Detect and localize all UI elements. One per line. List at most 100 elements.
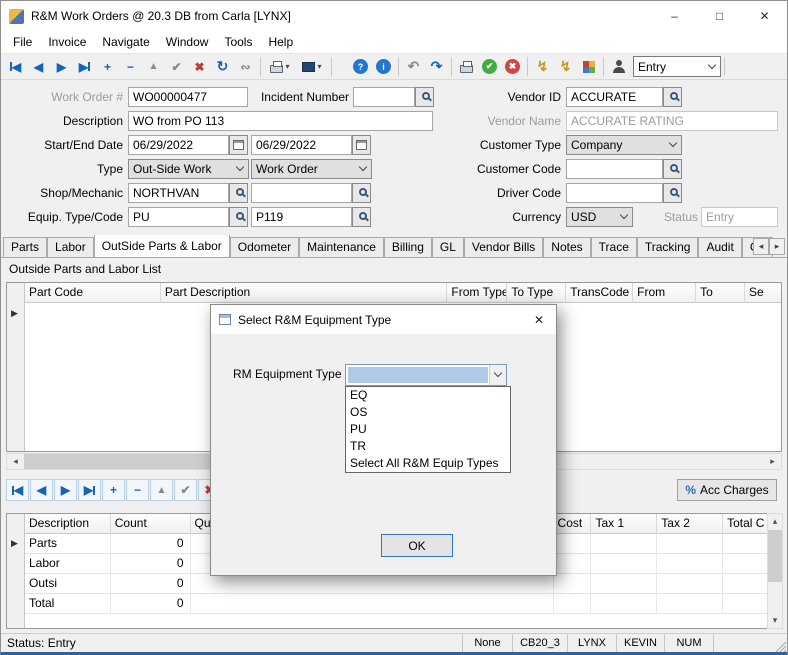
menu-file[interactable]: File [5, 32, 40, 52]
tab-audit[interactable]: Audit [698, 237, 741, 257]
end-date-picker-button[interactable] [352, 135, 371, 155]
back-button[interactable]: ↶ [402, 55, 425, 78]
resize-grip[interactable] [774, 640, 786, 652]
table-row[interactable]: Total 0 [25, 594, 767, 614]
scroll-right-button[interactable]: ▸ [764, 454, 781, 469]
driver-code-field[interactable] [566, 183, 663, 203]
equipment-type-option[interactable]: PU [346, 421, 510, 438]
ok-button[interactable]: OK [381, 534, 453, 557]
tab-parts[interactable]: Parts [3, 237, 47, 257]
column-header-count[interactable]: Count [111, 514, 191, 534]
approve-button[interactable]: ✔ [478, 55, 501, 78]
grid-edit-button[interactable]: ▲ [150, 479, 173, 501]
scroll-down-button[interactable]: ▾ [768, 613, 782, 628]
incident-lookup-button[interactable] [415, 87, 434, 107]
help-button[interactable]: ? [349, 55, 372, 78]
next-record-button[interactable]: ▶ [50, 55, 73, 78]
edit-record-button[interactable]: ▲ [142, 55, 165, 78]
print-button[interactable]: ▾ [264, 55, 296, 78]
start-date-field[interactable]: 06/29/2022 [128, 135, 229, 155]
tab-vendor-bills[interactable]: Vendor Bills [464, 237, 543, 257]
tab-tracking[interactable]: Tracking [637, 237, 699, 257]
table-row[interactable]: Outsi 0 [25, 574, 767, 594]
menu-navigate[interactable]: Navigate [94, 32, 157, 52]
user-button[interactable] [607, 55, 630, 78]
currency-combobox[interactable]: USD [566, 207, 633, 227]
minimize-button[interactable]: – [652, 1, 697, 31]
equipment-type-option[interactable]: TR [346, 438, 510, 455]
print-invoice-button[interactable] [455, 55, 478, 78]
equipment-type-option[interactable]: OS [346, 404, 510, 421]
refresh-button[interactable]: ↻ [211, 55, 234, 78]
column-header-to-type[interactable]: To Type [507, 283, 566, 303]
scroll-left-button[interactable]: ◂ [7, 454, 24, 469]
order-type-combobox[interactable]: Work Order [251, 159, 372, 179]
tab-outside-parts-labor[interactable]: OutSide Parts & Labor [94, 235, 230, 257]
shop-field[interactable]: NORTHVAN [128, 183, 229, 203]
tab-scroll-left-button[interactable]: ◂ [753, 238, 769, 255]
column-header-total[interactable]: Total C [723, 514, 767, 534]
incident-number-field[interactable] [353, 87, 415, 107]
end-date-field[interactable]: 06/29/2022 [251, 135, 352, 155]
equip-code-lookup-button[interactable] [352, 207, 371, 227]
reports-button[interactable] [577, 55, 600, 78]
equip-type-lookup-button[interactable] [229, 207, 248, 227]
customer-type-combobox[interactable]: Company [566, 135, 682, 155]
description-field[interactable]: WO from PO 113 [128, 111, 433, 131]
delete-record-button[interactable]: − [119, 55, 142, 78]
column-header-tax1[interactable]: Tax 1 [591, 514, 657, 534]
vendor-id-field[interactable]: ACCURATE [566, 87, 663, 107]
grid-delete-button[interactable]: − [126, 479, 149, 501]
tab-notes[interactable]: Notes [543, 237, 590, 257]
menu-tools[interactable]: Tools [216, 32, 260, 52]
close-button[interactable]: ✕ [742, 1, 787, 31]
export-button[interactable]: ↯ [554, 55, 577, 78]
forward-button[interactable]: ↷ [425, 55, 448, 78]
start-date-picker-button[interactable] [229, 135, 248, 155]
grid-post-button[interactable]: ✔ [174, 479, 197, 501]
screen-view-button[interactable]: ▾ [296, 55, 328, 78]
mechanic-lookup-button[interactable] [352, 183, 371, 203]
grid-prior-button[interactable]: ◀ [30, 479, 53, 501]
grid-next-button[interactable]: ▶ [54, 479, 77, 501]
tab-maintenance[interactable]: Maintenance [299, 237, 384, 257]
info-button[interactable]: i [372, 55, 395, 78]
tab-odometer[interactable]: Odometer [230, 237, 299, 257]
grid-last-button[interactable]: ▶ [78, 479, 101, 501]
menu-help[interactable]: Help [260, 32, 301, 52]
work-order-field[interactable]: WO00000477 [128, 87, 248, 107]
acc-charges-button[interactable]: % Acc Charges [677, 479, 777, 501]
tab-billing[interactable]: Billing [384, 237, 432, 257]
insert-record-button[interactable]: + [96, 55, 119, 78]
equip-code-field[interactable]: P119 [251, 207, 352, 227]
mechanic-field[interactable] [251, 183, 352, 203]
menu-window[interactable]: Window [158, 32, 217, 52]
entry-mode-combobox[interactable]: Entry [633, 56, 721, 77]
column-header-to[interactable]: To [696, 283, 745, 303]
column-header-tax2[interactable]: Tax 2 [657, 514, 723, 534]
equip-type-field[interactable]: PU [128, 207, 229, 227]
menu-invoice[interactable]: Invoice [40, 32, 94, 52]
cancel-record-button[interactable]: ✖ [188, 55, 211, 78]
prior-record-button[interactable]: ◀ [27, 55, 50, 78]
dialog-close-button[interactable]: ✕ [522, 305, 556, 334]
column-header-cost[interactable]: Cost [554, 514, 592, 534]
vertical-scrollbar[interactable]: ▴ ▾ [767, 513, 783, 629]
tab-labor[interactable]: Labor [47, 237, 94, 257]
column-header-description[interactable]: Description [25, 514, 111, 534]
tab-scroll-right-button[interactable]: ▸ [769, 238, 785, 255]
scroll-up-button[interactable]: ▴ [768, 514, 782, 529]
column-header-transcode[interactable]: TransCode [566, 283, 633, 303]
tab-gl[interactable]: GL [432, 237, 464, 257]
grid-insert-button[interactable]: + [102, 479, 125, 501]
combobox-dropdown-button[interactable] [489, 365, 506, 385]
maximize-button[interactable]: □ [697, 1, 742, 31]
shop-lookup-button[interactable] [229, 183, 248, 203]
void-button[interactable]: ✖ [501, 55, 524, 78]
tab-trace[interactable]: Trace [591, 237, 637, 257]
customer-code-field[interactable] [566, 159, 663, 179]
first-record-button[interactable]: ◀ [4, 55, 27, 78]
post-record-button[interactable]: ✔ [165, 55, 188, 78]
column-header-from[interactable]: From [633, 283, 696, 303]
driver-lookup-button[interactable] [663, 183, 682, 203]
